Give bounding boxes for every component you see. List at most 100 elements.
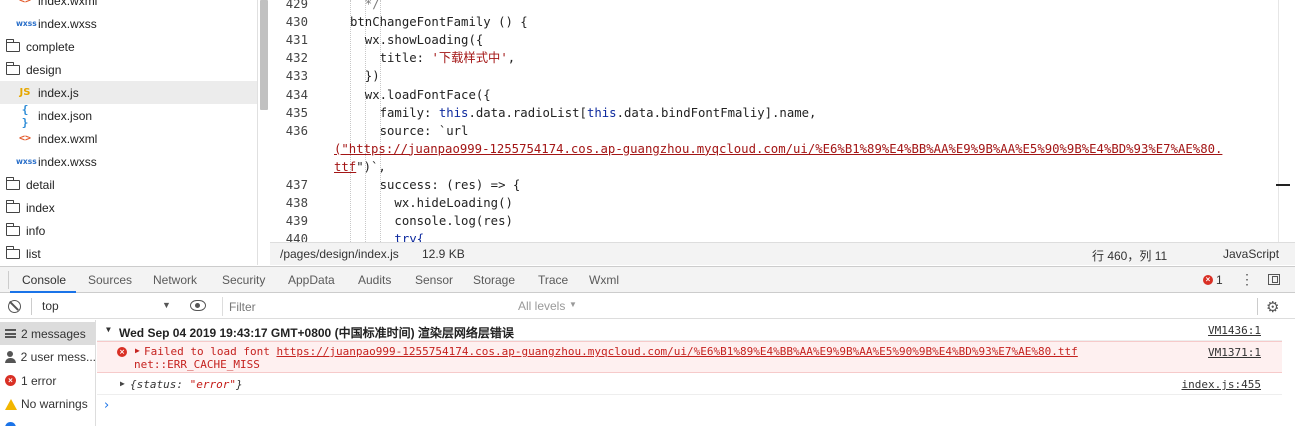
code-line[interactable]: 434 wx.loadFontFace({ — [270, 86, 1280, 104]
code-line[interactable]: ("https://juanpao999-1255754174.cos.ap-g… — [270, 140, 1280, 158]
code-editor[interactable]: 429 */430 btnChangeFontFamily () {431 wx.… — [270, 0, 1295, 242]
error-icon: × — [5, 375, 16, 386]
error-icon: × — [117, 347, 127, 357]
tree-folder[interactable]: design — [0, 58, 257, 81]
tree-item-label: complete — [26, 39, 75, 54]
console-sidebar-item[interactable]: 2 user mess... — [0, 346, 96, 369]
console-prompt[interactable]: › — [97, 396, 1282, 416]
line-number: 432 — [285, 51, 308, 66]
code-line[interactable]: 438 wx.hideLoading() — [270, 194, 1280, 212]
code-line[interactable]: 440 try{ — [270, 230, 1280, 242]
tab-audits[interactable]: Audits — [358, 273, 391, 287]
tree-folder[interactable]: index — [0, 196, 257, 219]
prompt-chevron-icon: › — [104, 398, 110, 413]
code-token: }) — [350, 69, 380, 84]
file-tree-scrollbar[interactable] — [260, 0, 268, 110]
status-cursor-position[interactable]: 行 460，列 11 — [1092, 247, 1167, 264]
tree-item-label: design — [26, 62, 62, 77]
code-text: console.log(res) — [350, 212, 513, 230]
error-count-badge[interactable]: × 1 — [1203, 273, 1223, 287]
tab-network[interactable]: Network — [153, 273, 197, 287]
tree-file[interactable]: wxss index.wxss — [0, 150, 257, 173]
code-token: console.log(res) — [350, 214, 513, 229]
wxml-file-icon: <> — [18, 133, 32, 144]
wxss-file-icon: wxss — [16, 157, 37, 166]
code-line[interactable]: 435 family: this.data.radioList[this.dat… — [270, 104, 1280, 122]
console-messages: ▼ Wed Sep 04 2019 19:43:17 GMT+0800 (中国标… — [97, 320, 1295, 426]
source-link[interactable]: VM1371:1 — [1208, 346, 1261, 359]
tree-folder[interactable]: info — [0, 219, 257, 242]
tab-sensor[interactable]: Sensor — [415, 273, 453, 287]
dock-side-icon[interactable] — [1268, 274, 1280, 285]
tree-item-label: index — [26, 200, 55, 215]
console-sidebar-item[interactable]: No warnings — [0, 393, 95, 416]
object-preview[interactable]: {status: "error"} — [130, 378, 243, 391]
console-sidebar-item[interactable] — [0, 416, 95, 426]
more-options-icon[interactable]: ⋮ — [1240, 271, 1254, 288]
code-line[interactable]: 430 btnChangeFontFamily () { — [270, 13, 1280, 31]
tree-item-label: info — [26, 223, 46, 238]
error-url-link[interactable]: https://juanpao999-1255754174.cos.ap-gua… — [276, 345, 1077, 358]
tree-folder[interactable]: list — [0, 242, 257, 265]
tab-console[interactable]: Console — [22, 273, 66, 287]
live-expression-eye-icon[interactable] — [190, 300, 206, 311]
console-sidebar-item[interactable]: 2 messages — [0, 322, 95, 345]
tab-sources[interactable]: Sources — [88, 273, 132, 287]
expand-triangle-icon[interactable]: ▶ — [120, 379, 125, 388]
console-settings-gear-icon[interactable]: ⚙ — [1266, 298, 1279, 316]
levels-dropdown-arrow-icon[interactable]: ▼ — [569, 300, 577, 309]
source-link[interactable]: VM1436:1 — [1208, 324, 1261, 337]
info-icon-wrap — [0, 422, 21, 426]
code-line[interactable]: 432 title: '下载样式中', — [270, 49, 1280, 67]
code-text: btnChangeFontFamily () { — [350, 13, 528, 31]
code-token: this — [438, 105, 469, 120]
tree-file[interactable]: { } index.json — [0, 103, 257, 129]
line-number: 437 — [285, 178, 308, 192]
error-count: 1 — [1216, 273, 1223, 287]
tree-file[interactable]: wxss index.wxss — [0, 12, 257, 35]
tree-file[interactable]: <> index.wxml — [0, 127, 257, 150]
code-line[interactable]: 439 console.log(res) — [270, 212, 1280, 230]
line-number: 438 — [285, 196, 308, 211]
tab-security[interactable]: Security — [222, 273, 265, 287]
console-group-header[interactable]: ▼ Wed Sep 04 2019 19:43:17 GMT+0800 (中国标… — [97, 320, 1282, 341]
clear-console-icon[interactable] — [8, 300, 21, 313]
source-link[interactable]: index.js:455 — [1182, 378, 1261, 391]
code-line[interactable]: ttf")`, — [270, 158, 1280, 176]
code-line[interactable]: 431 wx.showLoading({ — [270, 31, 1280, 49]
code-token: ")`, — [356, 159, 386, 174]
tab-wxml[interactable]: Wxml — [589, 273, 619, 287]
console-filter-input[interactable] — [222, 297, 510, 316]
tab-storage[interactable]: Storage — [473, 273, 515, 287]
code-token: family: — [350, 105, 439, 120]
context-dropdown-arrow-icon[interactable]: ▼ — [162, 300, 171, 310]
expand-triangle-icon[interactable]: ▶ — [135, 346, 140, 355]
sidebar-item-label: 2 user mess... — [20, 350, 96, 364]
context-selector[interactable]: top — [42, 299, 172, 313]
code-line[interactable]: 433 }) — [270, 67, 1280, 85]
tree-file[interactable]: JS index.js — [0, 81, 257, 104]
tab-bar-divider — [8, 271, 9, 289]
code-line[interactable]: 429 */ — [270, 0, 1280, 13]
code-token: title: — [350, 51, 432, 66]
console-sidebar-item[interactable]: × 1 error — [0, 369, 95, 392]
code-line[interactable]: 436 source: `url — [270, 122, 1280, 140]
log-levels-dropdown[interactable]: All levels — [518, 299, 565, 313]
tree-folder[interactable]: complete — [0, 35, 257, 58]
console-log-object[interactable]: ▶ {status: "error"} index.js:455 — [97, 373, 1282, 395]
tab-appdata[interactable]: AppData — [288, 273, 335, 287]
code-text: ("https://juanpao999-1255754174.cos.ap-g… — [334, 140, 1222, 158]
tree-folder[interactable]: detail — [0, 173, 257, 196]
status-language[interactable]: JavaScript — [1223, 247, 1279, 261]
expand-triangle-icon[interactable]: ▼ — [106, 325, 111, 334]
console-filter-bar: top ▼ All levels ▼ ⚙ — [0, 294, 1295, 319]
tab-trace[interactable]: Trace — [538, 273, 568, 287]
code-line[interactable]: 437 success: (res) => { — [270, 176, 1280, 194]
tree-file[interactable]: <> index.wxml — [0, 0, 257, 12]
console-error-message: × ▶ Failed to load font https://juanpao9… — [97, 341, 1282, 373]
code-token: this — [586, 105, 617, 120]
folder-icon — [5, 222, 20, 236]
sidebar-item-label: 2 messages — [21, 326, 86, 341]
code-text: try{ — [350, 230, 424, 242]
tree-item-label: index.wxss — [38, 16, 97, 31]
